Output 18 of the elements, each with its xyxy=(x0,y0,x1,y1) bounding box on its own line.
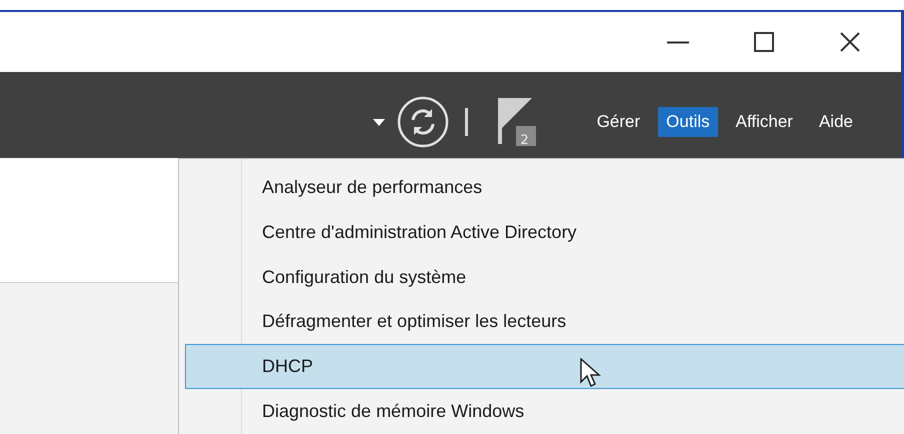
menu-item[interactable]: Configuration du système xyxy=(185,254,904,300)
menu-item[interactable]: Analyseur de performances xyxy=(185,165,904,210)
mouse-cursor-icon xyxy=(580,358,602,388)
minimize-icon xyxy=(667,40,689,44)
maximize-icon xyxy=(754,32,774,52)
caret-icon[interactable] xyxy=(373,118,386,126)
menu-item[interactable]: Diagnostic de mémoire Windows xyxy=(185,389,904,434)
menu-tab[interactable]: Gérer xyxy=(588,107,648,137)
menu-item[interactable]: Défragmenter et optimiser les lecteurs xyxy=(185,299,904,344)
menu-tab[interactable]: Outils xyxy=(658,107,718,137)
menu-item[interactable]: DHCP xyxy=(185,344,904,390)
refresh-icon[interactable] xyxy=(397,96,450,148)
close-icon xyxy=(839,31,861,53)
notification-count: 2 xyxy=(520,132,529,144)
flag-icon[interactable] xyxy=(498,98,536,146)
menu-item[interactable]: Centre d'administration Active Directory xyxy=(185,210,904,255)
menu-tab[interactable]: Afficher xyxy=(728,107,801,137)
menu-tab[interactable]: Aide xyxy=(810,107,861,137)
